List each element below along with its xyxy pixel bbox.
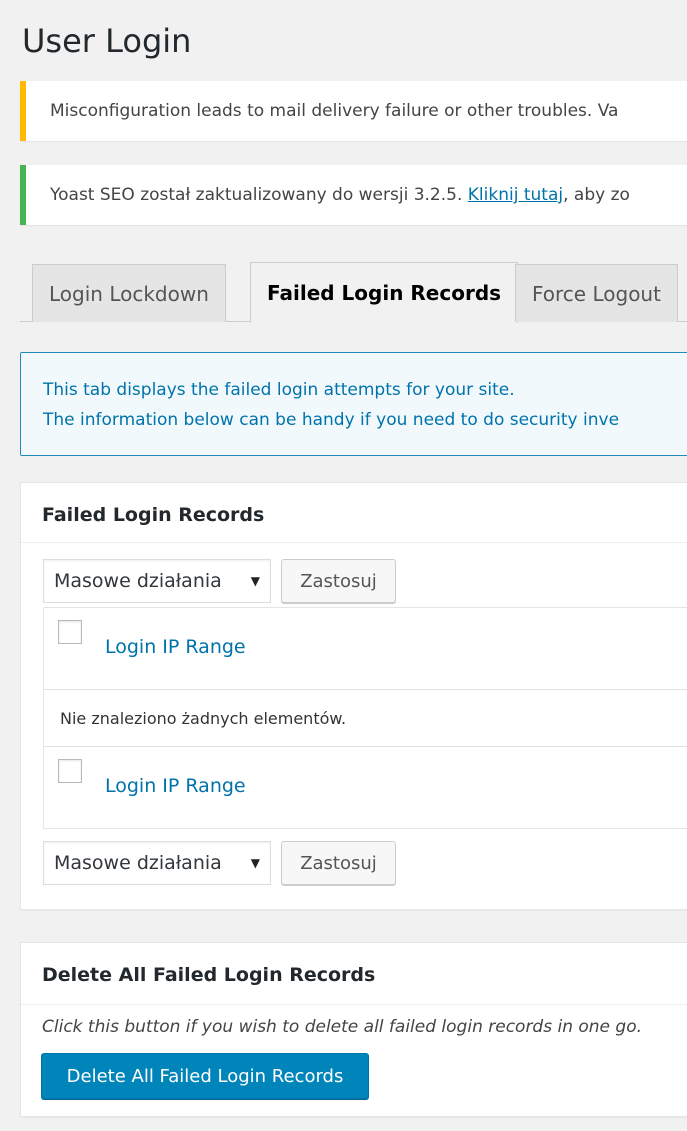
delete-all-button[interactable]: Delete All Failed Login Records [41,1053,369,1099]
failed-records-heading: Failed Login Records [21,483,687,543]
failed-records-table: Login IP Range Nie znaleziono żadnych el… [43,607,687,829]
chevron-down-icon: ▼ [250,574,260,588]
info-line-2: The information below can be handy if yo… [43,410,620,430]
notice-success: Yoast SEO został zaktualizowany do wersj… [20,165,687,225]
tab-login-lockdown[interactable]: Login Lockdown [32,264,226,322]
empty-row: Nie znaleziono żadnych elementów. [44,690,687,747]
apply-button-top[interactable]: Zastosuj [281,559,396,603]
select-all-checkbox-top[interactable] [58,620,82,644]
info-box: This tab displays the failed login attem… [20,352,687,456]
notice-success-prefix: Yoast SEO został zaktualizowany do wersj… [50,185,468,205]
notice-success-suffix: , aby zo [563,185,630,205]
table-header-row: Login IP Range [44,608,687,690]
select-all-checkbox-bottom[interactable] [58,759,82,783]
bulk-actions-select-top[interactable]: Masowe działania ▼ [43,559,271,603]
delete-all-description: Click this button if you wish to delete … [42,1017,643,1037]
tab-force-logout[interactable]: Force Logout [515,264,678,322]
bulk-actions-select-label: Masowe działania [54,852,222,874]
bulk-actions-select-bottom[interactable]: Masowe działania ▼ [43,841,271,885]
delete-all-panel: Delete All Failed Login Records Click th… [20,942,687,1117]
tab-failed-login-records[interactable]: Failed Login Records [250,262,519,323]
chevron-down-icon: ▼ [250,856,260,870]
column-header-login-ip-range[interactable]: Login IP Range [105,636,246,658]
bulk-actions-select-label: Masowe działania [54,570,222,592]
notice-warning: Misconfiguration leads to mail delivery … [20,81,687,141]
tab-bar: Login Lockdown Failed Login Records Forc… [20,262,687,323]
delete-all-heading: Delete All Failed Login Records [21,943,687,1005]
notice-success-link[interactable]: Kliknij tutaj [468,185,563,205]
info-line-1: This tab displays the failed login attem… [43,380,515,400]
page-title: User Login [22,22,192,60]
notice-warning-text: Misconfiguration leads to mail delivery … [50,101,619,121]
apply-button-bottom[interactable]: Zastosuj [281,841,396,885]
page: User Login Misconfiguration leads to mai… [0,0,687,1131]
table-footer-row: Login IP Range [44,747,687,829]
failed-records-panel: Failed Login Records Masowe działania ▼ … [20,482,687,910]
column-footer-login-ip-range[interactable]: Login IP Range [105,775,246,797]
